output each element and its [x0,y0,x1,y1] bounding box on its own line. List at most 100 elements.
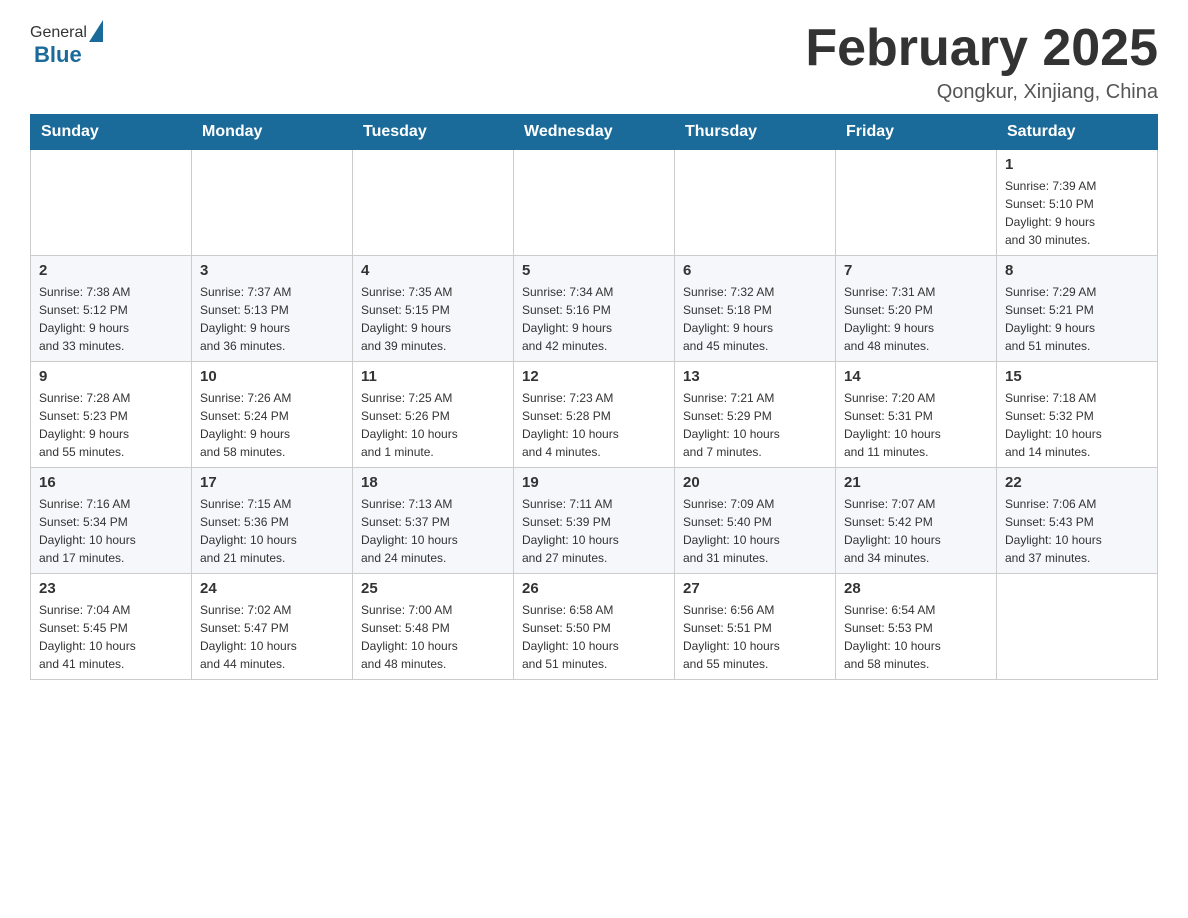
day-info: Sunrise: 7:00 AMSunset: 5:48 PMDaylight:… [361,601,505,673]
day-info: Sunrise: 7:38 AMSunset: 5:12 PMDaylight:… [39,283,183,355]
day-number: 24 [200,580,344,597]
calendar-week-row: 1 Sunrise: 7:39 AMSunset: 5:10 PMDaylight… [31,150,1158,256]
calendar-cell: 16 Sunrise: 7:16 AMSunset: 5:34 PMDayligh… [31,468,192,574]
calendar-cell: 10Sunrise: 7:26 AMSunset: 5:24 PMDayligh… [192,362,353,468]
day-info: Sunrise: 7:23 AMSunset: 5:28 PMDaylight:… [522,389,666,461]
day-info: Sunrise: 7:16 AMSunset: 5:34 PMDaylight:… [39,495,183,567]
calendar-cell [192,150,353,256]
day-number: 27 [683,580,827,597]
weekday-header-thursday: Thursday [675,115,836,150]
location-label: Qongkur, Xinjiang, China [805,81,1158,104]
day-info: Sunrise: 7:32 AMSunset: 5:18 PMDaylight:… [683,283,827,355]
weekday-header-sunday: Sunday [31,115,192,150]
calendar-week-row: 23 Sunrise: 7:04 AMSunset: 5:45 PMDayligh… [31,574,1158,680]
calendar-cell: 11Sunrise: 7:25 AMSunset: 5:26 PMDayligh… [353,362,514,468]
day-info: Sunrise: 7:39 AMSunset: 5:10 PMDaylight:… [1005,177,1149,249]
calendar-cell: 28 Sunrise: 6:54 AMSunset: 5:53 PMDayligh… [836,574,997,680]
calendar-cell: 15 Sunrise: 7:18 AMSunset: 5:32 PMDayligh… [997,362,1158,468]
calendar-cell [514,150,675,256]
day-info: Sunrise: 7:25 AMSunset: 5:26 PMDaylight:… [361,389,505,461]
day-info: Sunrise: 7:09 AMSunset: 5:40 PMDaylight:… [683,495,827,567]
logo-blue-text: Blue [34,42,82,68]
calendar-cell: 1 Sunrise: 7:39 AMSunset: 5:10 PMDaylight… [997,150,1158,256]
calendar-cell: 18 Sunrise: 7:13 AMSunset: 5:37 PMDayligh… [353,468,514,574]
day-info: Sunrise: 7:34 AMSunset: 5:16 PMDaylight:… [522,283,666,355]
day-info: Sunrise: 7:31 AMSunset: 5:20 PMDaylight:… [844,283,988,355]
day-number: 4 [361,262,505,279]
calendar-cell: 6Sunrise: 7:32 AMSunset: 5:18 PMDaylight… [675,256,836,362]
calendar-week-row: 9 Sunrise: 7:28 AMSunset: 5:23 PMDaylight… [31,362,1158,468]
day-number: 12 [522,368,666,385]
title-area: February 2025 Qongkur, Xinjiang, China [805,20,1158,104]
day-info: Sunrise: 6:58 AMSunset: 5:50 PMDaylight:… [522,601,666,673]
day-number: 9 [39,368,183,385]
day-info: Sunrise: 7:04 AMSunset: 5:45 PMDaylight:… [39,601,183,673]
day-number: 16 [39,474,183,491]
day-info: Sunrise: 7:37 AMSunset: 5:13 PMDaylight:… [200,283,344,355]
calendar-cell: 20Sunrise: 7:09 AMSunset: 5:40 PMDayligh… [675,468,836,574]
day-number: 22 [1005,474,1149,491]
calendar-cell: 24 Sunrise: 7:02 AMSunset: 5:47 PMDayligh… [192,574,353,680]
day-info: Sunrise: 7:15 AMSunset: 5:36 PMDaylight:… [200,495,344,567]
day-info: Sunrise: 7:02 AMSunset: 5:47 PMDaylight:… [200,601,344,673]
day-info: Sunrise: 7:11 AMSunset: 5:39 PMDaylight:… [522,495,666,567]
day-info: Sunrise: 7:29 AMSunset: 5:21 PMDaylight:… [1005,283,1149,355]
calendar-cell: 26 Sunrise: 6:58 AMSunset: 5:50 PMDayligh… [514,574,675,680]
weekday-header-row: SundayMondayTuesdayWednesdayThursdayFrid… [31,115,1158,150]
day-number: 3 [200,262,344,279]
day-number: 23 [39,580,183,597]
month-title: February 2025 [805,20,1158,77]
weekday-header-tuesday: Tuesday [353,115,514,150]
day-info: Sunrise: 7:35 AMSunset: 5:15 PMDaylight:… [361,283,505,355]
day-number: 10 [200,368,344,385]
day-number: 21 [844,474,988,491]
calendar-week-row: 16 Sunrise: 7:16 AMSunset: 5:34 PMDayligh… [31,468,1158,574]
calendar-cell [675,150,836,256]
day-number: 5 [522,262,666,279]
calendar-cell [836,150,997,256]
day-number: 17 [200,474,344,491]
calendar-cell: 21 Sunrise: 7:07 AMSunset: 5:42 PMDayligh… [836,468,997,574]
day-number: 28 [844,580,988,597]
weekday-header-friday: Friday [836,115,997,150]
calendar-cell: 9 Sunrise: 7:28 AMSunset: 5:23 PMDaylight… [31,362,192,468]
day-number: 7 [844,262,988,279]
day-info: Sunrise: 7:13 AMSunset: 5:37 PMDaylight:… [361,495,505,567]
day-info: Sunrise: 7:21 AMSunset: 5:29 PMDaylight:… [683,389,827,461]
weekday-header-monday: Monday [192,115,353,150]
day-number: 25 [361,580,505,597]
calendar-cell: 23 Sunrise: 7:04 AMSunset: 5:45 PMDayligh… [31,574,192,680]
day-info: Sunrise: 6:54 AMSunset: 5:53 PMDaylight:… [844,601,988,673]
page-header: General Blue February 2025 Qongkur, Xinj… [30,20,1158,104]
weekday-header-saturday: Saturday [997,115,1158,150]
day-number: 14 [844,368,988,385]
day-number: 18 [361,474,505,491]
day-number: 8 [1005,262,1149,279]
day-number: 1 [1005,156,1149,173]
day-number: 2 [39,262,183,279]
calendar-cell: 7 Sunrise: 7:31 AMSunset: 5:20 PMDaylight… [836,256,997,362]
day-number: 13 [683,368,827,385]
day-number: 26 [522,580,666,597]
calendar-cell [353,150,514,256]
day-info: Sunrise: 7:20 AMSunset: 5:31 PMDaylight:… [844,389,988,461]
logo-triangle-icon [89,20,103,42]
calendar-cell [31,150,192,256]
day-info: Sunrise: 7:06 AMSunset: 5:43 PMDaylight:… [1005,495,1149,567]
calendar-cell: 5 Sunrise: 7:34 AMSunset: 5:16 PMDaylight… [514,256,675,362]
day-info: Sunrise: 7:28 AMSunset: 5:23 PMDaylight:… [39,389,183,461]
calendar-week-row: 2 Sunrise: 7:38 AMSunset: 5:12 PMDaylight… [31,256,1158,362]
day-info: Sunrise: 7:18 AMSunset: 5:32 PMDaylight:… [1005,389,1149,461]
calendar-cell: 12 Sunrise: 7:23 AMSunset: 5:28 PMDayligh… [514,362,675,468]
day-number: 15 [1005,368,1149,385]
day-info: Sunrise: 7:07 AMSunset: 5:42 PMDaylight:… [844,495,988,567]
calendar-cell: 2 Sunrise: 7:38 AMSunset: 5:12 PMDaylight… [31,256,192,362]
logo: General Blue [30,20,105,68]
calendar-cell: 27Sunrise: 6:56 AMSunset: 5:51 PMDayligh… [675,574,836,680]
calendar-cell: 14 Sunrise: 7:20 AMSunset: 5:31 PMDayligh… [836,362,997,468]
logo-general-text: General [30,24,87,42]
calendar-cell [997,574,1158,680]
day-number: 19 [522,474,666,491]
calendar-cell: 4 Sunrise: 7:35 AMSunset: 5:15 PMDaylight… [353,256,514,362]
calendar-cell: 22 Sunrise: 7:06 AMSunset: 5:43 PMDayligh… [997,468,1158,574]
